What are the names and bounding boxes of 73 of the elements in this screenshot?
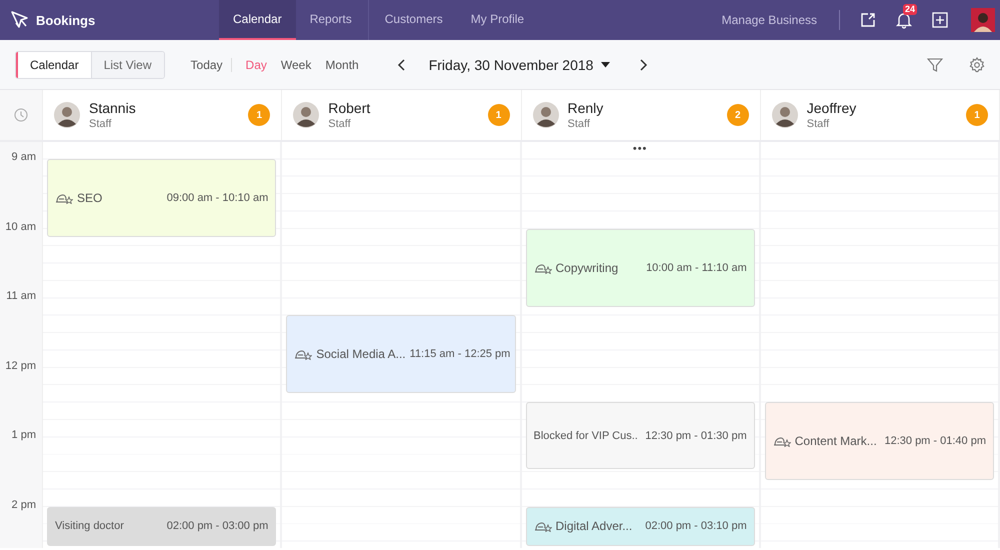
appointment-time: 09:00 am - 10:10 am — [166, 192, 268, 204]
nav-tab[interactable]: My Profile — [456, 0, 538, 40]
appointment-title: Content Mark... — [794, 434, 878, 448]
caret-icon — [601, 62, 610, 68]
add-icon[interactable] — [931, 11, 949, 29]
time-label: 11 am — [6, 290, 36, 302]
blocked-slot[interactable]: Blocked for VIP Cus.. 12:30 pm - 01:30 pm — [526, 402, 755, 469]
staff-role: Staff — [328, 118, 352, 130]
avatar — [772, 102, 798, 128]
app-title: Bookings — [36, 12, 96, 28]
staff-name: Stannis — [89, 100, 137, 116]
service-icon — [772, 435, 791, 448]
staff-role: Staff — [568, 118, 591, 130]
appointment-title: Copywriting — [556, 260, 620, 275]
appointment-time: 02:00 pm - 03:10 pm — [645, 520, 747, 532]
staff-role: Staff — [806, 118, 830, 130]
service-icon — [55, 192, 73, 204]
time-label: 1 pm — [12, 429, 36, 441]
time-label: 10 am — [5, 220, 36, 232]
nav-tab[interactable]: Customers — [370, 0, 457, 40]
booking-count-badge: 1 — [248, 104, 270, 126]
appointment-title: Visiting doctor — [55, 520, 125, 532]
appointment-card[interactable]: SEO 09:00 am - 10:10 am — [47, 159, 276, 238]
appointment-time: 10:00 am - 11:10 am — [646, 262, 747, 274]
avatar — [293, 102, 320, 128]
appointment-title: SEO — [77, 191, 104, 206]
range-tab[interactable]: Month — [325, 58, 359, 72]
appointment-title: Blocked for VIP Cus.. — [534, 430, 639, 442]
next-icon[interactable] — [638, 58, 648, 70]
booking-count-badge: 1 — [966, 104, 988, 126]
appointment-title: Social Media A... — [316, 347, 406, 362]
notification-badge: 24 — [903, 4, 918, 15]
avatar — [54, 102, 80, 128]
manage-business-link[interactable]: Manage Business — [722, 0, 829, 40]
staff-name: Jeoffrey — [806, 100, 858, 116]
appointment-card[interactable]: Content Mark... 12:30 pm - 01:40 pm — [764, 402, 994, 480]
appointment-card[interactable]: Digital Adver... 02:00 pm - 03:10 pm — [526, 506, 755, 546]
more-indicator[interactable]: ••• — [522, 142, 759, 156]
today-button[interactable]: Today — [190, 58, 232, 72]
appointment-card[interactable]: Social Media A... 11:15 am - 12:25 pm — [286, 315, 516, 394]
staff-role: Staff — [89, 118, 112, 130]
previous-icon[interactable] — [396, 58, 407, 70]
appointment-card[interactable]: Copywriting 10:00 am - 11:10 am — [526, 228, 755, 307]
service-icon — [294, 348, 312, 360]
booking-count-badge: 1 — [488, 104, 510, 126]
nav-tab[interactable]: Reports — [296, 0, 366, 40]
filter-icon[interactable] — [927, 56, 943, 72]
logo-icon — [10, 10, 30, 30]
bell-icon[interactable] — [895, 11, 913, 29]
staff-name: Renly — [568, 100, 604, 116]
appointment-title: Digital Adver... — [556, 519, 634, 534]
blocked-slot[interactable]: Visiting doctor 02:00 pm - 03:00 pm — [47, 506, 276, 546]
avatar — [532, 102, 558, 128]
time-label: 2 pm — [12, 498, 36, 510]
appointment-time: 11:15 am - 12:25 pm — [410, 348, 510, 360]
range-tab[interactable]: Week — [280, 58, 312, 72]
view-toggle-button[interactable]: Calendar — [16, 52, 91, 78]
service-icon — [534, 520, 552, 532]
share-icon[interactable] — [859, 11, 877, 29]
time-label: 9 am — [12, 151, 36, 163]
time-label: 12 pm — [5, 360, 36, 372]
service-icon — [534, 262, 552, 274]
settings-icon[interactable] — [969, 56, 985, 72]
staff-name: Robert — [328, 100, 372, 116]
clock-icon — [14, 108, 28, 122]
user-avatar[interactable] — [971, 8, 995, 32]
appointment-time: 12:30 pm - 01:30 pm — [645, 430, 747, 442]
booking-count-badge: 2 — [726, 104, 749, 126]
appointment-time: 02:00 pm - 03:00 pm — [166, 520, 268, 532]
appointment-time: 12:30 pm - 01:40 pm — [884, 435, 986, 448]
nav-tab[interactable]: Calendar — [219, 0, 296, 40]
view-toggle-button[interactable]: List View — [90, 52, 164, 78]
date-picker[interactable]: Friday, 30 November 2018 — [428, 56, 610, 72]
